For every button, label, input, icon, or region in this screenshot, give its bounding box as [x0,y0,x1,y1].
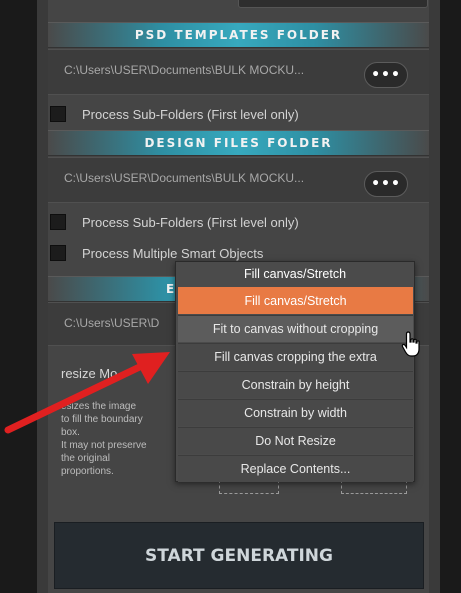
dropdown-option[interactable]: Do Not Resize [178,427,413,454]
preview-thumbnail-left [219,480,279,494]
dropdown-current-label: Fill canvas/Stretch [243,267,347,281]
multiple-smart-objects-checkbox[interactable] [50,245,66,261]
design-files-path: C:\Users\USER\Documents\BULK MOCKU... [64,171,305,185]
design-subfolders-checkbox[interactable] [50,214,66,230]
resize-mode-dropdown[interactable]: Fill canvas/Stretch Fill canvas/Stretch … [175,261,415,482]
more-icon: ••• [371,67,401,83]
psd-templates-header: PSD TEMPLATES FOLDER [48,22,429,48]
psd-subfolders-checkbox[interactable] [50,106,66,122]
psd-templates-path: C:\Users\USER\Documents\BULK MOCKU... [64,63,305,77]
design-subfolders-label: Process Sub-Folders (First level only) [82,214,299,230]
design-files-header: DESIGN FILES FOLDER [48,130,429,156]
resize-desc-line: proportions. [61,466,114,477]
dropdown-option[interactable]: Fill canvas cropping the extra [178,343,413,370]
hand-cursor-icon [401,331,420,357]
design-files-browse-button[interactable]: ••• [364,171,408,197]
right-background [440,0,461,593]
dropdown-option-label: Fit to canvas without cropping [212,322,379,336]
design-subfolders-option[interactable]: Process Sub-Folders (First level only) [50,212,299,232]
more-icon: ••• [371,176,401,192]
dropdown-option-label: Constrain by height [241,378,350,392]
start-generating-label: START GENERATING [145,545,333,566]
psd-subfolders-label: Process Sub-Folders (First level only) [82,106,299,122]
resize-desc-line: the original [61,453,110,464]
dropdown-option-label: Do Not Resize [255,434,336,448]
psd-templates-browse-button[interactable]: ••• [364,62,408,88]
dropdown-option[interactable]: Fit to canvas without cropping [178,315,413,342]
preview-thumbnail-right [341,480,407,494]
multiple-smart-objects-option[interactable]: Process Multiple Smart Objects [50,243,263,263]
dropdown-option[interactable]: Fill canvas/Stretch [178,287,413,314]
psd-subfolders-option[interactable]: Process Sub-Folders (First level only) [50,104,299,124]
dropdown-option[interactable]: Replace Contents... [178,455,413,482]
left-background [0,0,37,593]
multiple-smart-objects-label: Process Multiple Smart Objects [82,245,264,261]
dropdown-option-label: Fill canvas/Stretch [244,293,347,308]
dropdown-current-value[interactable]: Fill canvas/Stretch [176,262,414,286]
dropdown-option[interactable]: Constrain by height [178,371,413,398]
psd-templates-header-label: PSD TEMPLATES FOLDER [134,28,343,42]
top-cut-off-field[interactable] [238,0,428,8]
red-arrow-icon [4,352,170,434]
design-files-header-label: DESIGN FILES FOLDER [144,136,333,150]
dropdown-option-label: Replace Contents... [240,462,351,476]
export-path: C:\Users\USER\D [64,316,160,330]
dropdown-option-label: Fill canvas cropping the extra [214,350,377,364]
resize-desc-line: It may not preserve [61,440,147,451]
dropdown-option[interactable]: Constrain by width [178,399,413,426]
start-generating-button[interactable]: START GENERATING [54,522,424,589]
dropdown-option-label: Constrain by width [244,406,347,420]
